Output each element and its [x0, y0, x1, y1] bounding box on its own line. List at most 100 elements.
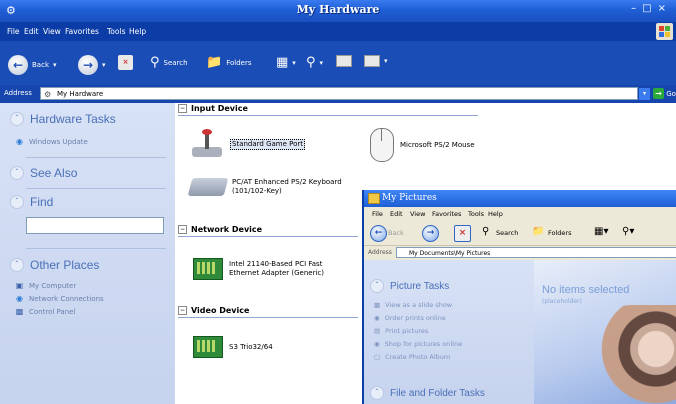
menu-edit[interactable]: Edit: [390, 210, 403, 218]
menu-view[interactable]: View: [410, 210, 425, 218]
device-video-card[interactable]: S3 Trio32/64: [193, 336, 273, 358]
placeholder-label: (placeholder): [542, 298, 582, 305]
menu-help[interactable]: Help: [488, 210, 503, 218]
network-connections-link[interactable]: ◉ Network Connections: [15, 294, 104, 303]
search-button[interactable]: Search: [496, 229, 518, 237]
divider: [26, 188, 166, 189]
menu-tools[interactable]: Tools: [107, 27, 125, 36]
menu-edit[interactable]: Edit: [24, 27, 39, 36]
chevron-down-icon: ▾: [319, 58, 324, 67]
address-dropdown[interactable]: ▾: [639, 88, 650, 100]
globe-icon: ◉: [374, 340, 380, 348]
search-icon: ⚲: [482, 226, 490, 237]
extra-button[interactable]: ▾: [364, 55, 388, 67]
my-computer-link[interactable]: ▣ My Computer: [15, 281, 77, 290]
close-folder-icon: ×: [118, 55, 133, 70]
task-slideshow[interactable]: ▩ View as a slide show: [374, 301, 452, 309]
device-game-port[interactable]: Standard Game Port: [190, 129, 306, 159]
back-button[interactable]: ← Back ▾: [8, 55, 57, 75]
collapse-icon: −: [178, 306, 187, 315]
go-arrow-icon: →: [653, 88, 664, 99]
go-button[interactable]: → Go: [653, 88, 676, 99]
find-input[interactable]: [26, 217, 164, 234]
minimize-icon[interactable]: –: [631, 3, 642, 14]
forward-arrow-icon[interactable]: →: [422, 225, 439, 242]
title-bar[interactable]: ⚙ My Hardware –□×: [0, 0, 676, 22]
other-places-header[interactable]: ˆ Other Places: [10, 258, 99, 272]
window-controls[interactable]: –□×: [631, 3, 672, 14]
pictures-preview-pane: No items selected (placeholder): [534, 260, 676, 404]
file-folder-tasks-header[interactable]: ˆ File and Folder Tasks: [370, 386, 485, 400]
network-card-icon: [193, 258, 223, 280]
menu-favorites[interactable]: Favorites: [65, 27, 99, 36]
control-panel-link[interactable]: ▩ Control Panel: [15, 307, 76, 316]
hardware-tasks-header[interactable]: ˆ Hardware Tasks: [10, 112, 116, 126]
folder-icon: [368, 193, 380, 204]
maximize-icon[interactable]: □: [642, 3, 657, 14]
my-pictures-window[interactable]: My Pictures File Edit View Favorites Too…: [362, 190, 676, 404]
windows-logo-icon: [656, 23, 673, 40]
task-shop-pictures[interactable]: ◉ Shop for pictures online: [374, 340, 462, 348]
magnifier-icon: ⚲: [306, 55, 316, 70]
menu-view[interactable]: View: [43, 27, 61, 36]
folders-icon: 📁: [532, 226, 545, 237]
device-mouse[interactable]: Microsoft PS/2 Mouse: [370, 128, 475, 162]
menu-bar: File Edit View Favorites Tools Help: [0, 22, 676, 41]
back-label[interactable]: Back: [388, 229, 404, 237]
globe-icon: ◉: [374, 314, 380, 322]
find-header[interactable]: ˆ Find: [10, 195, 53, 209]
menu-help[interactable]: Help: [129, 27, 146, 36]
forward-button[interactable]: → ▾: [78, 55, 106, 75]
up-button[interactable]: ×: [118, 55, 133, 70]
group-network-device[interactable]: − Network Device: [178, 225, 262, 234]
see-also-header[interactable]: ˆ See Also: [10, 166, 77, 180]
media-button[interactable]: [336, 55, 352, 67]
folders-button[interactable]: 📁 Folders: [206, 55, 251, 70]
menu-favorites[interactable]: Favorites: [432, 210, 461, 218]
joystick-icon: [190, 129, 224, 159]
chevron-up-icon: ˆ: [10, 166, 24, 180]
chevron-down-icon: ▾: [102, 61, 106, 69]
menu-file[interactable]: File: [7, 27, 20, 36]
window-title: My Hardware: [296, 3, 380, 16]
menu-tools[interactable]: Tools: [468, 210, 484, 218]
device-network-adapter[interactable]: Intel 21140-Based PCI Fast Ethernet Adapt…: [193, 258, 324, 280]
address-label: Address: [4, 89, 32, 97]
chevron-up-icon: ˆ: [10, 195, 24, 209]
device-keyboard[interactable]: PC/AT Enhanced PS/2 Keyboard (101/102-Key…: [187, 178, 342, 196]
menu-file[interactable]: File: [372, 210, 383, 218]
views-icon[interactable]: ▦▾: [594, 226, 608, 237]
picture-tasks-header[interactable]: ˆ Picture Tasks: [370, 279, 449, 293]
chevron-down-icon: ▾: [292, 58, 296, 67]
magnifier-icon[interactable]: ⚲▾: [622, 226, 634, 237]
pictures-title-bar[interactable]: My Pictures: [364, 190, 676, 207]
folders-button[interactable]: Folders: [548, 229, 571, 237]
media-icon: [336, 55, 352, 67]
address-bar: Address ⚙ My Hardware ▾ → Go: [0, 85, 676, 103]
network-icon: ◉: [16, 294, 23, 303]
close-icon[interactable]: ×: [658, 3, 672, 14]
task-order-prints[interactable]: ◉ Order prints online: [374, 314, 446, 322]
chevron-down-icon: ▾: [53, 61, 57, 69]
search-button[interactable]: ⚲ Search: [150, 55, 188, 70]
close-folder-icon[interactable]: ×: [454, 225, 471, 242]
address-label: Address: [368, 249, 392, 256]
views-icon: ▦: [276, 55, 289, 70]
group-video-device[interactable]: − Video Device: [178, 306, 249, 315]
group-input-device[interactable]: − Input Device: [178, 104, 248, 113]
back-arrow-icon[interactable]: ←: [370, 225, 387, 242]
video-card-icon: [193, 336, 223, 358]
address-input[interactable]: My Documents\My Pictures: [396, 247, 676, 258]
chevron-up-icon: ˆ: [370, 279, 384, 293]
address-input[interactable]: ⚙ My Hardware: [40, 87, 638, 100]
computer-icon: ▣: [15, 281, 24, 290]
background-photo: [584, 305, 676, 404]
task-print-pictures[interactable]: ▤ Print pictures: [374, 327, 428, 335]
chevron-up-icon: ˆ: [370, 386, 384, 400]
printer-icon: ▤: [374, 327, 381, 335]
views-button[interactable]: ▦ ▾: [276, 55, 296, 70]
windows-update-link[interactable]: ◉ Windows Update: [15, 137, 88, 146]
album-icon: ▢: [374, 353, 381, 361]
search-extra-button[interactable]: ⚲ ▾: [306, 55, 323, 70]
task-create-album[interactable]: ▢ Create Photo Album: [374, 353, 450, 361]
